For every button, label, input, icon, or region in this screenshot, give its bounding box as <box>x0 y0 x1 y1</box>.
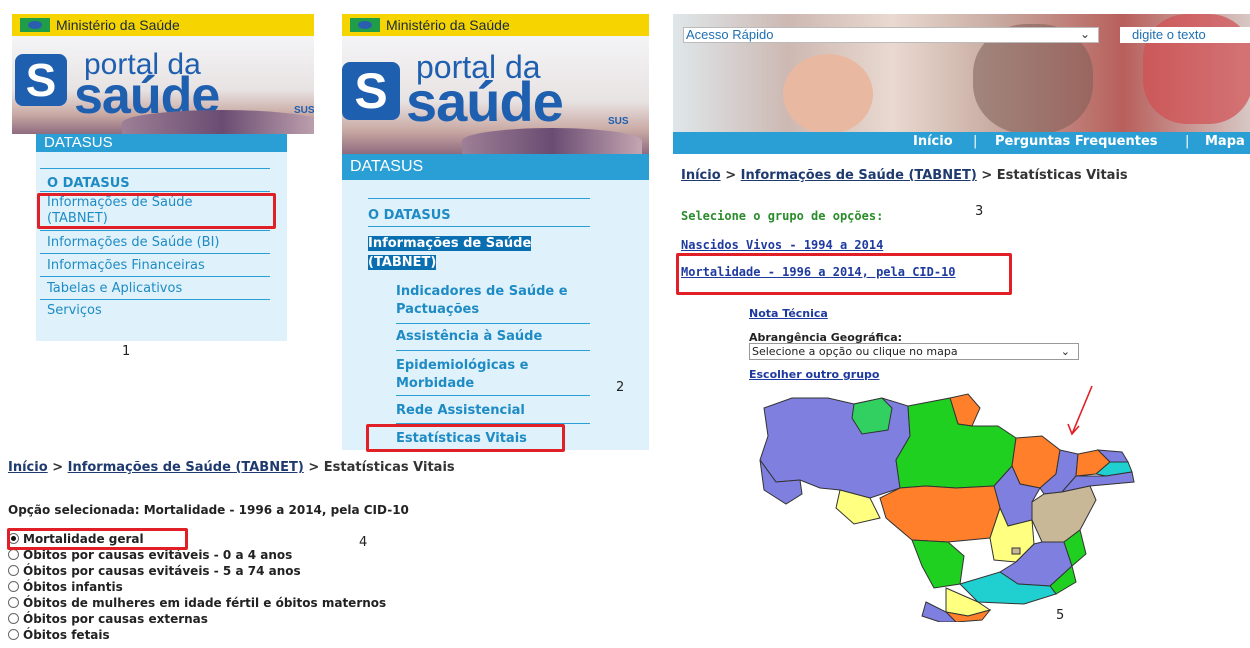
nav-separator: | <box>1185 134 1190 149</box>
highlight-tabnet-1 <box>37 193 276 229</box>
gov-bar: Ministério da Saúde <box>12 14 314 36</box>
menu-item-tabnet-selected[interactable]: (TABNET) <box>368 254 437 271</box>
radio-causas-externas[interactable]: Óbitos por causas externas <box>8 611 208 627</box>
logo-saude-text: saúde <box>406 70 564 133</box>
chevron-down-icon: ⌄ <box>1060 345 1070 358</box>
submenu-epidemiologicas[interactable]: Epidemiológicas e <box>396 357 528 374</box>
menu-item-tabelas[interactable]: Tabelas e Aplicativos <box>47 280 182 297</box>
submenu-assistencia[interactable]: Assistência à Saúde <box>396 328 542 345</box>
radio-icon[interactable] <box>8 613 19 624</box>
gov-title: Ministério da Saúde <box>56 17 180 33</box>
portal-logo-icon[interactable]: S <box>15 54 67 106</box>
breadcrumb-inicio[interactable]: Início <box>8 460 48 475</box>
sidebar-menu-1: O DATASUS Informações de Saúde (TABNET) … <box>36 152 287 341</box>
radio-icon[interactable] <box>8 597 19 608</box>
logo-sus-text: SUS <box>608 116 629 127</box>
nota-tecnica-link[interactable]: Nota Técnica <box>749 307 828 320</box>
step-number-3: 3 <box>975 204 984 219</box>
chevron-down-icon: ⌄ <box>1079 27 1090 41</box>
abrangencia-select[interactable]: Selecione a opção ou clique no mapa ⌄ <box>749 343 1079 360</box>
breadcrumb-tabnet[interactable]: Informações de Saúde (TABNET) <box>68 460 304 475</box>
breadcrumb-4: Início > Informações de Saúde (TABNET) >… <box>8 460 455 475</box>
datasus-bar: DATASUS <box>36 134 287 152</box>
step-number-2: 2 <box>616 380 625 395</box>
selected-option-text: Opção selecionada: Mortalidade - 1996 a … <box>8 503 409 517</box>
map-state-df[interactable] <box>1011 547 1021 555</box>
submenu-morbidade[interactable]: Morbidade <box>396 375 474 392</box>
breadcrumb-current: Estatísticas Vitais <box>323 460 455 475</box>
submenu-indicadores[interactable]: Indicadores de Saúde e <box>396 283 568 300</box>
escolher-outro-grupo-link[interactable]: Escolher outro grupo <box>749 368 879 381</box>
breadcrumb-current: Estatísticas Vitais <box>996 168 1128 183</box>
radio-icon[interactable] <box>8 549 19 560</box>
select-group-label: Selecione o grupo de opções: <box>681 209 884 223</box>
radio-icon[interactable] <box>8 629 19 640</box>
nav-separator: | <box>973 134 978 149</box>
acesso-rapido-select[interactable]: Acesso Rápido ⌄ <box>683 27 1099 43</box>
menu-item-datasus[interactable]: O DATASUS <box>47 175 130 192</box>
radio-obitos-fetais[interactable]: Óbitos fetais <box>8 627 110 643</box>
datasus-bar: DATASUS <box>342 154 649 180</box>
header-swoosh <box>462 128 642 154</box>
search-input[interactable]: digite o texto <box>1120 27 1250 43</box>
top-navigation: Início | Perguntas Frequentes | Mapa <box>673 132 1250 154</box>
step-number-5: 5 <box>1056 608 1065 623</box>
breadcrumb-inicio[interactable]: Início <box>681 168 721 183</box>
menu-item-informacoes-saude-selected[interactable]: Informações de Saúde <box>368 235 532 252</box>
menu-item-servicos[interactable]: Serviços <box>47 302 102 319</box>
highlight-mortalidade <box>676 253 1012 295</box>
gov-bar: Ministério da Saúde <box>342 14 649 36</box>
breadcrumb-3: Início > Informações de Saúde (TABNET) >… <box>681 168 1128 183</box>
gov-title: Ministério da Saúde <box>386 17 510 33</box>
header-swoosh <box>122 110 314 134</box>
step-number-4: 4 <box>359 535 368 550</box>
breadcrumb-tabnet[interactable]: Informações de Saúde (TABNET) <box>741 168 977 183</box>
brazil-flag-icon <box>20 18 50 32</box>
portal-header-2: Ministério da Saúde S portal da saúde SU… <box>342 14 649 154</box>
radio-obitos-infantis[interactable]: Óbitos infantis <box>8 579 123 595</box>
radio-icon[interactable] <box>8 581 19 592</box>
map-state-mt[interactable] <box>879 485 1001 543</box>
menu-item-financeiras[interactable]: Informações Financeiras <box>47 257 205 274</box>
portal-logo-icon[interactable]: S <box>342 62 400 120</box>
sidebar-menu-2: O DATASUS Informações de Saúde (TABNET) … <box>342 180 649 450</box>
menu-item-informacoes-bi[interactable]: Informações de Saúde (BI) <box>47 234 219 251</box>
step-number-1: 1 <box>122 344 131 359</box>
radio-mulheres-idade-fertil[interactable]: Óbitos de mulheres em idade fértil e óbi… <box>8 595 386 611</box>
submenu-pactuacoes[interactable]: Pactuações <box>396 301 479 318</box>
brazil-flag-icon <box>350 18 380 32</box>
highlight-estatisticas-vitais <box>366 424 565 452</box>
radio-icon[interactable] <box>8 565 19 576</box>
radio-evitaveis-5-74[interactable]: Óbitos por causas evitáveis - 5 a 74 ano… <box>8 563 301 579</box>
highlight-mortalidade-geral <box>7 528 188 550</box>
nav-perguntas-frequentes[interactable]: Perguntas Frequentes <box>995 134 1158 149</box>
nav-inicio[interactable]: Início <box>913 134 953 149</box>
map-state-ba[interactable] <box>1031 485 1097 543</box>
menu-item-datasus[interactable]: O DATASUS <box>368 207 451 224</box>
submenu-rede-assistencial[interactable]: Rede Assistencial <box>396 402 525 419</box>
portal-header-1: Ministério da Saúde S portal da saúde SU… <box>12 14 314 134</box>
brazil-map[interactable] <box>750 390 1145 622</box>
link-nascidos-vivos[interactable]: Nascidos Vivos - 1994 a 2014 <box>681 238 883 252</box>
map-state-ms[interactable] <box>911 539 965 589</box>
nav-mapa[interactable]: Mapa <box>1205 134 1245 149</box>
